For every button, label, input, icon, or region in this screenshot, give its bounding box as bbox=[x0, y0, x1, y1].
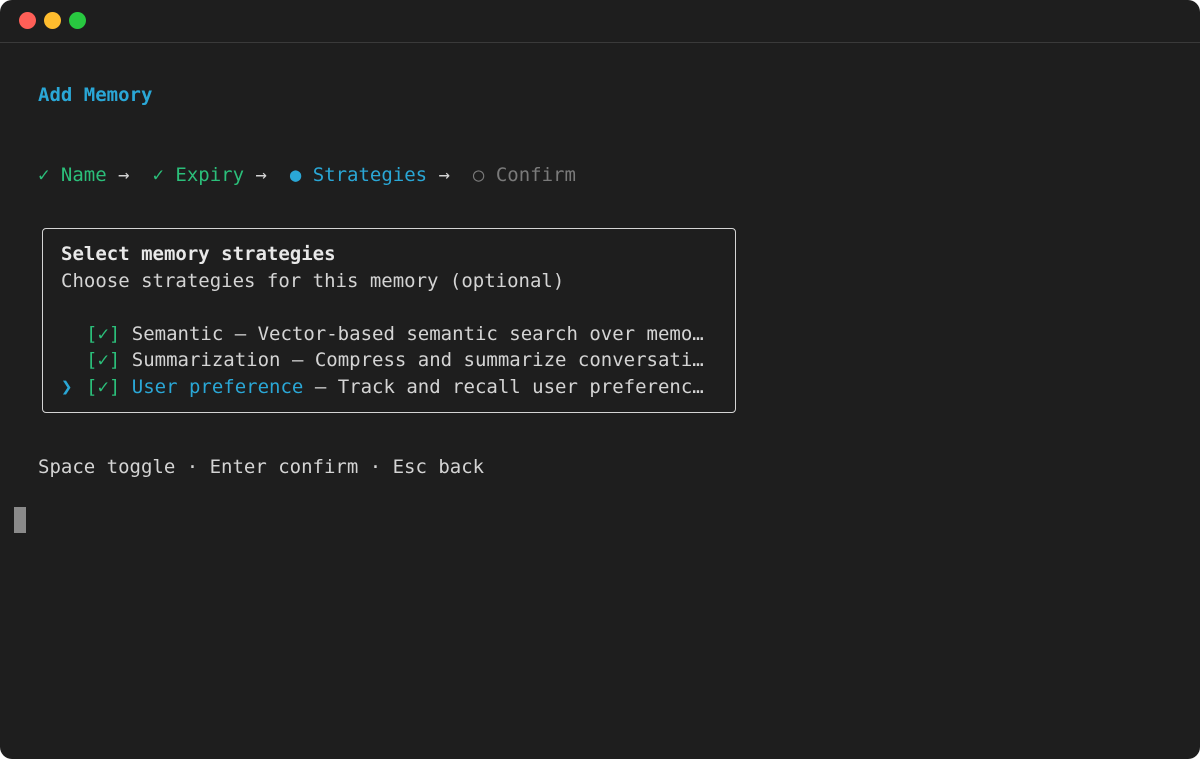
checkbox[interactable]: [✓] bbox=[86, 376, 120, 398]
filled-circle-icon: ● bbox=[289, 164, 302, 186]
check-icon: ✓ bbox=[152, 164, 164, 186]
option-name: Semantic bbox=[131, 323, 224, 345]
checkbox[interactable]: [✓] bbox=[86, 349, 120, 371]
strategy-select-panel: Select memory strategies Choose strategi… bbox=[42, 228, 736, 413]
selection-pointer-icon bbox=[61, 322, 86, 346]
title-bar bbox=[0, 0, 1200, 43]
strategy-option-semantic[interactable]: [✓] Semantic – Vector-based semantic sea… bbox=[61, 322, 704, 346]
option-description: – Vector-based semantic search over memo… bbox=[223, 323, 704, 345]
arrow-right-icon: → bbox=[118, 164, 130, 186]
minimize-window-button[interactable] bbox=[44, 12, 61, 29]
keyboard-help: Space toggle · Enter confirm · Esc back bbox=[38, 456, 485, 478]
step-expiry: ✓ Expiry bbox=[152, 164, 245, 186]
checkbox[interactable]: [✓] bbox=[86, 323, 120, 345]
option-description: – Track and recall user preferenc… bbox=[303, 376, 704, 398]
zoom-window-button[interactable] bbox=[69, 12, 86, 29]
page-title: Add Memory bbox=[38, 84, 153, 106]
panel-heading: Select memory strategies bbox=[61, 243, 336, 265]
step-indicator: ✓ Name → ✓ Expiry → ● Strategies → ○ Con… bbox=[38, 163, 576, 187]
strategy-option-summarization[interactable]: [✓] Summarization – Compress and summari… bbox=[61, 348, 704, 372]
selection-pointer-icon bbox=[61, 348, 86, 372]
check-icon: ✓ bbox=[38, 164, 50, 186]
terminal-window: Add Memory ✓ Name → ✓ Expiry → ● Strateg… bbox=[0, 0, 1200, 759]
terminal-cursor bbox=[14, 507, 26, 533]
step-strategies: ● Strategies bbox=[289, 164, 428, 186]
option-description: – Compress and summarize conversati… bbox=[280, 349, 704, 371]
arrow-right-icon: → bbox=[255, 164, 267, 186]
empty-circle-icon: ○ bbox=[472, 164, 485, 186]
panel-subheading: Choose strategies for this memory (optio… bbox=[61, 270, 565, 292]
close-window-button[interactable] bbox=[19, 12, 36, 29]
step-confirm: ○ Confirm bbox=[472, 164, 576, 186]
arrow-right-icon: → bbox=[438, 164, 451, 186]
option-name: User preference bbox=[131, 376, 304, 398]
option-name: Summarization bbox=[131, 349, 281, 371]
step-name: ✓ Name bbox=[38, 164, 107, 186]
selection-pointer-icon: ❯ bbox=[61, 376, 73, 398]
strategy-option-user-preference[interactable]: ❯ [✓] User preference – Track and recall … bbox=[61, 375, 704, 399]
